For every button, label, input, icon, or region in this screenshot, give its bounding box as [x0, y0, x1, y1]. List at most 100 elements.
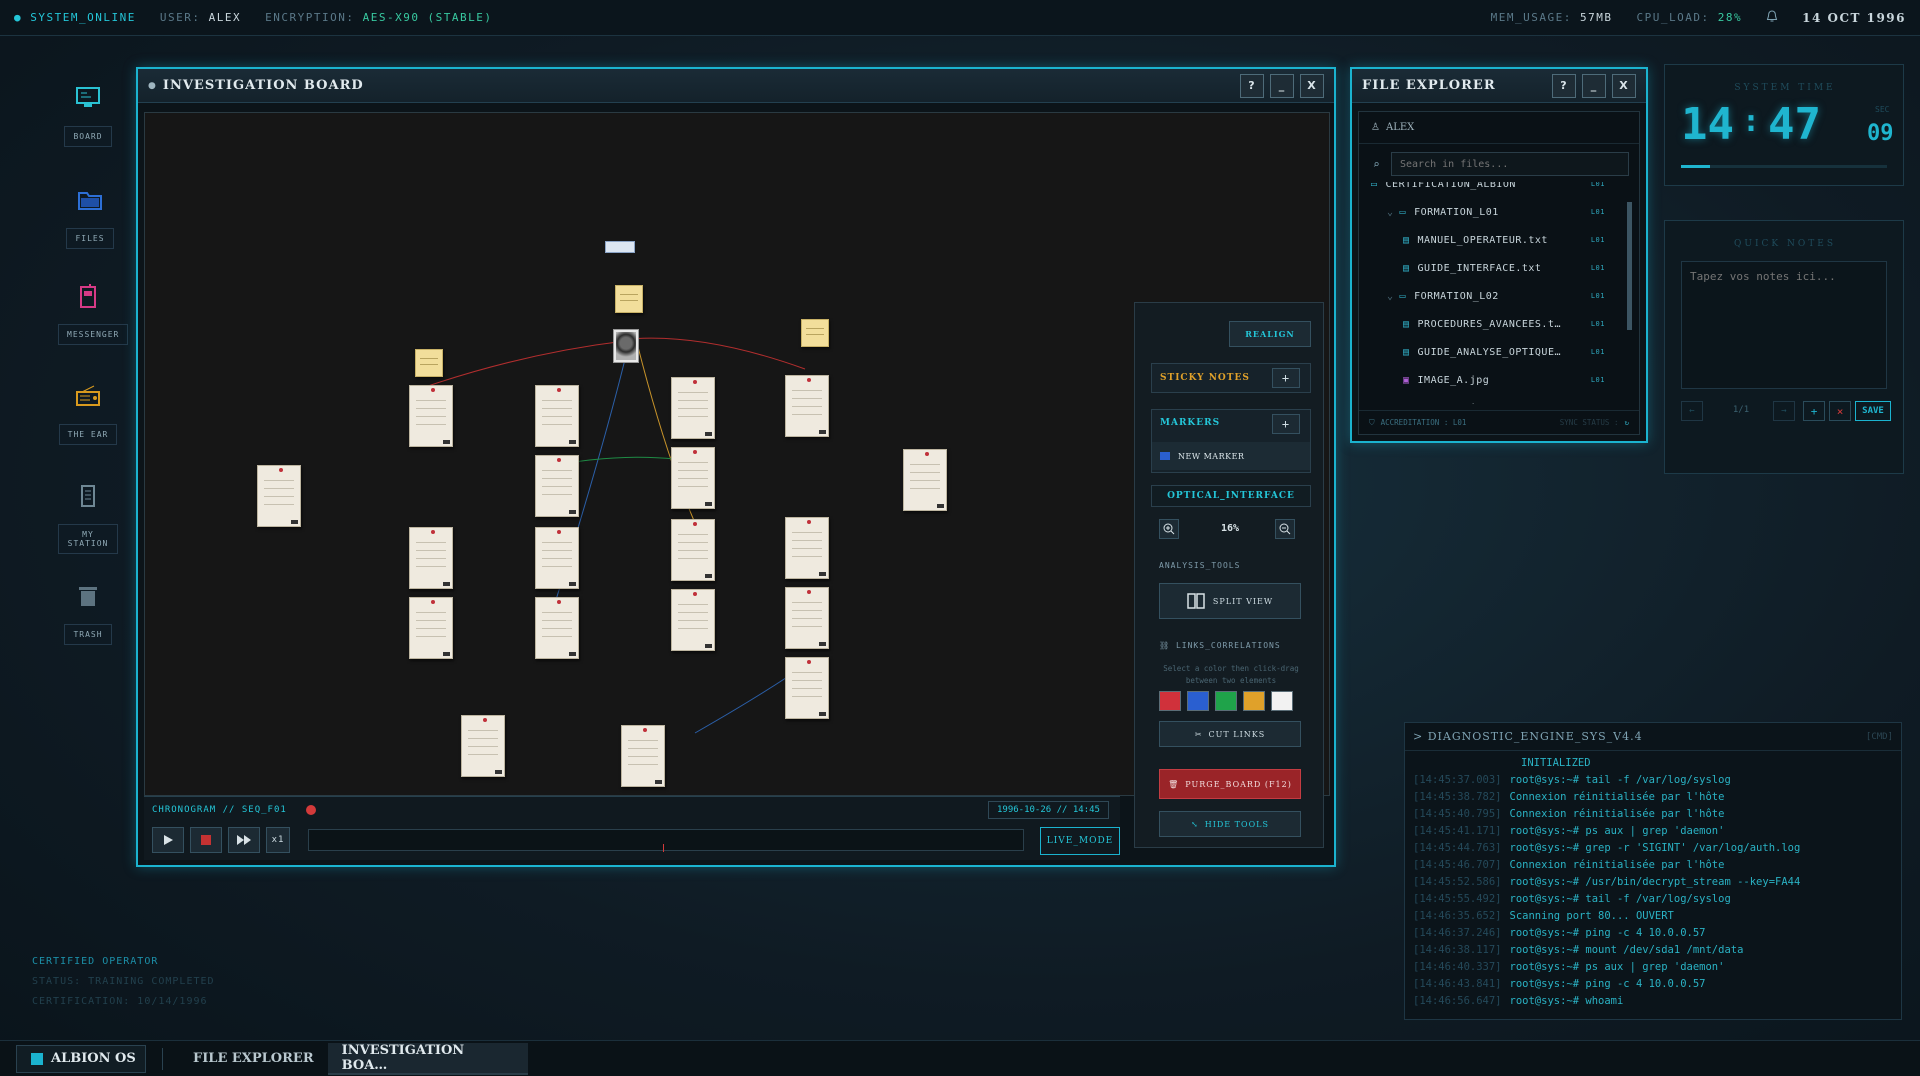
- clock-minutes: 47: [1768, 99, 1822, 150]
- delete-note-button[interactable]: ×: [1829, 401, 1851, 421]
- sidebar-item-files[interactable]: FILES: [60, 186, 120, 249]
- play-button[interactable]: [152, 827, 184, 853]
- next-note-button[interactable]: →: [1773, 401, 1795, 421]
- chevron-down-icon[interactable]: ⌄: [1387, 207, 1394, 218]
- help-button[interactable]: ?: [1240, 73, 1264, 98]
- station-icon: [81, 485, 95, 507]
- explorer-title-bar[interactable]: FILE EXPLORER ? _ X: [1352, 69, 1646, 103]
- minimize-button[interactable]: _: [1582, 73, 1606, 98]
- purge-board-button[interactable]: 🗑 PURGE_BOARD (F12): [1159, 769, 1301, 799]
- document-card[interactable]: [671, 589, 715, 651]
- top-right-group: MEM_USAGE: 57MB CPU_LOAD: 28% 14 OCT 199…: [1491, 9, 1906, 26]
- zoom-out-icon: [1279, 523, 1291, 535]
- sidebar-item-board[interactable]: BOARD: [58, 84, 118, 147]
- document-card[interactable]: [671, 519, 715, 581]
- sidebar-label: MY STATION: [58, 524, 118, 554]
- sidebar-item-the-ear[interactable]: THE EAR: [58, 382, 118, 445]
- speed-button[interactable]: x1: [266, 827, 290, 853]
- cpu-value: 28%: [1717, 11, 1743, 24]
- sidebar-item-trash[interactable]: TRASH: [58, 582, 118, 645]
- file-tree: ▭ CERTIFICATION_ALBION L01 ⌄ ▭ FORMATION_L01 L…: [1359, 182, 1631, 404]
- add-note-button[interactable]: +: [1803, 401, 1825, 421]
- save-note-button[interactable]: SAVE: [1855, 401, 1891, 421]
- document-card[interactable]: [461, 715, 505, 777]
- document-card[interactable]: [671, 447, 715, 509]
- file-tree-row[interactable]: ⌄ ▭ FORMATION_L02 L01: [1359, 282, 1631, 310]
- document-card[interactable]: [409, 527, 453, 589]
- fast-forward-button[interactable]: [228, 827, 260, 853]
- board-title-bar[interactable]: ● INVESTIGATION BOARD ? _ X: [138, 69, 1334, 103]
- link-color-swatch[interactable]: [1159, 691, 1181, 711]
- live-mode-button[interactable]: LIVE_MODE: [1040, 827, 1120, 855]
- search-input[interactable]: [1391, 152, 1629, 176]
- board-label-card[interactable]: [605, 241, 635, 253]
- link-color-swatch[interactable]: [1243, 691, 1265, 711]
- sidebar-label: MESSENGER: [58, 324, 129, 345]
- terminal-line: [14:45:46.707] Connexion réinitialisée pa…: [1413, 857, 1897, 874]
- file-tree-row[interactable]: ▣IMAGE_B.jpgL01: [1359, 394, 1631, 405]
- timeline-cursor[interactable]: [663, 844, 664, 852]
- file-tree-row[interactable]: ▤ GUIDE_INTERFACE.txt L01: [1359, 254, 1631, 282]
- sticky-note[interactable]: [615, 285, 643, 313]
- document-card[interactable]: [535, 527, 579, 589]
- file-tree-row[interactable]: ▤ PROCEDURES_AVANCEES.t… L01: [1359, 310, 1631, 338]
- sticky-note[interactable]: [801, 319, 829, 347]
- sync-icon[interactable]: ↻: [1624, 418, 1629, 427]
- timeline-track[interactable]: [308, 829, 1024, 852]
- document-card[interactable]: [535, 455, 579, 517]
- sticky-note[interactable]: [415, 349, 443, 377]
- chevron-down-icon[interactable]: ⌄: [1387, 291, 1394, 302]
- file-tree-row[interactable]: ▭ CERTIFICATION_ALBION L01: [1359, 182, 1631, 198]
- link-color-swatch[interactable]: [1271, 691, 1293, 711]
- cut-links-button[interactable]: ✂ CUT LINKS: [1159, 721, 1301, 747]
- help-button[interactable]: ?: [1552, 73, 1576, 98]
- stop-button[interactable]: [190, 827, 222, 853]
- file-name: IMAGE_A.jpg: [1417, 374, 1490, 386]
- file-tree-row[interactable]: ▣ IMAGE_A.jpg L01: [1359, 366, 1631, 394]
- document-card[interactable]: [785, 375, 829, 437]
- add-marker-button[interactable]: +: [1272, 414, 1300, 434]
- document-card[interactable]: [671, 377, 715, 439]
- quick-notes-textarea[interactable]: [1681, 261, 1887, 389]
- hide-tools-button[interactable]: ⤡ HIDE TOOLS: [1159, 811, 1301, 837]
- document-card[interactable]: [535, 385, 579, 447]
- prev-note-button[interactable]: ←: [1681, 401, 1703, 421]
- minimize-button[interactable]: _: [1270, 73, 1294, 98]
- add-sticky-note-button[interactable]: +: [1272, 368, 1300, 388]
- window-dot-icon: ●: [148, 80, 157, 91]
- realign-button[interactable]: REALIGN: [1229, 321, 1311, 347]
- link-color-swatch[interactable]: [1187, 691, 1209, 711]
- bell-icon[interactable]: [1766, 9, 1778, 26]
- document-card[interactable]: [257, 465, 301, 527]
- sidebar-item-messenger[interactable]: MESSENGER: [58, 282, 129, 345]
- close-button[interactable]: X: [1300, 73, 1324, 98]
- file-tree-row[interactable]: ⌄ ▭ FORMATION_L01 L01: [1359, 198, 1631, 226]
- document-card[interactable]: [903, 449, 947, 511]
- document-card[interactable]: [785, 517, 829, 579]
- document-card[interactable]: [621, 725, 665, 787]
- sticky-notes-section: STICKY NOTES +: [1151, 363, 1311, 393]
- new-marker-item[interactable]: NEW MARKER: [1152, 442, 1310, 470]
- document-card[interactable]: [409, 385, 453, 447]
- sidebar-item-my-station[interactable]: MY STATION: [58, 482, 118, 554]
- split-view-button[interactable]: SPLIT VIEW: [1159, 583, 1301, 619]
- start-button[interactable]: ALBION OS: [16, 1044, 146, 1073]
- markers-label: MARKERS: [1160, 418, 1221, 428]
- document-card[interactable]: [785, 657, 829, 719]
- document-card[interactable]: [785, 587, 829, 649]
- suspect-photo[interactable]: [613, 329, 639, 363]
- document-card[interactable]: [535, 597, 579, 659]
- close-button[interactable]: X: [1612, 73, 1636, 98]
- task-investigation-board[interactable]: INVESTIGATION BOA…: [327, 1042, 528, 1075]
- document-card[interactable]: [409, 597, 453, 659]
- file-tree-row[interactable]: ▤ GUIDE_ANALYSE_OPTIQUE… L01: [1359, 338, 1631, 366]
- encryption-value: AES-X90 (STABLE): [362, 11, 493, 24]
- user-label: USER:: [159, 11, 201, 24]
- link-color-swatch[interactable]: [1215, 691, 1237, 711]
- zoom-out-button[interactable]: [1275, 519, 1295, 539]
- zoom-in-button[interactable]: [1159, 519, 1179, 539]
- task-file-explorer[interactable]: FILE EXPLORER: [179, 1043, 328, 1075]
- diagnostic-terminal[interactable]: > DIAGNOSTIC_ENGINE_SYS_V4.4 [CMD] INITI…: [1404, 722, 1902, 1020]
- file-tree-row[interactable]: ▤ MANUEL_OPERATEUR.txt L01: [1359, 226, 1631, 254]
- scrollbar[interactable]: [1627, 202, 1632, 330]
